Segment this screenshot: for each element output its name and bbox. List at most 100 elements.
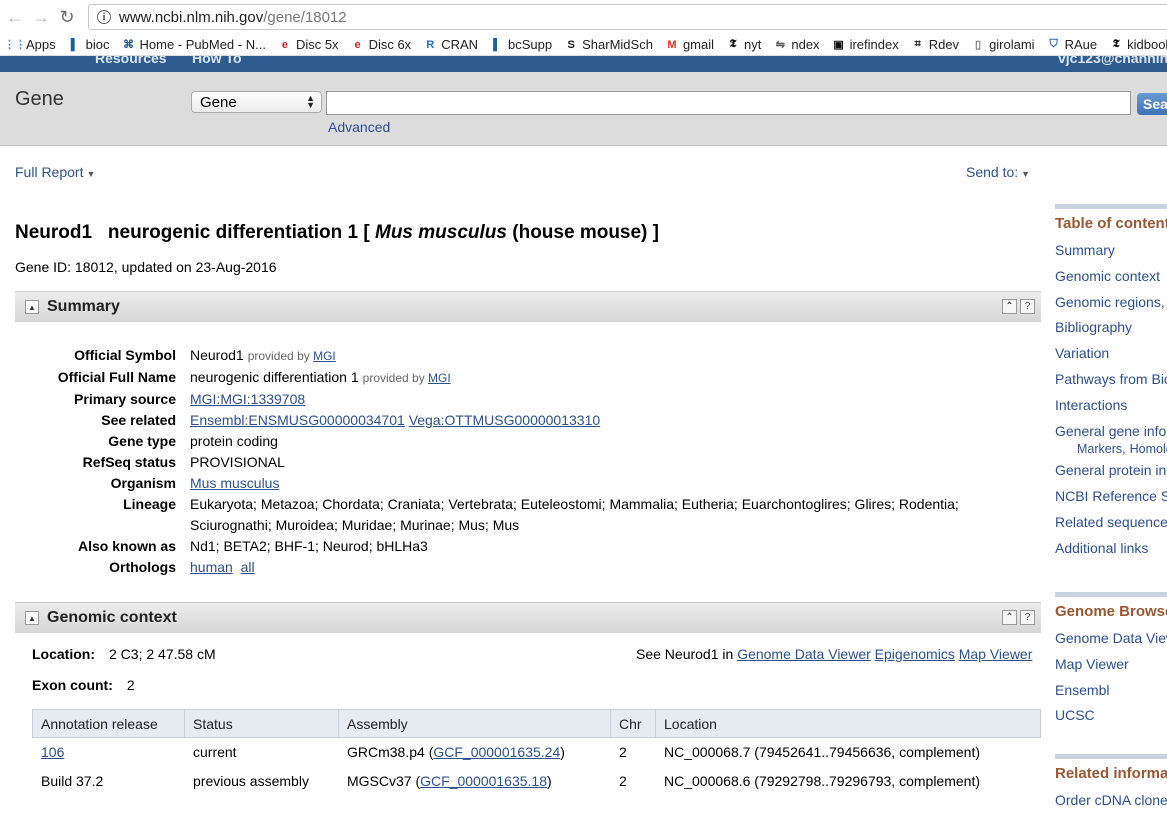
forward-arrow-icon[interactable]: → — [30, 6, 52, 28]
browser-link-ucsc[interactable]: UCSC — [1055, 703, 1167, 729]
column-header[interactable]: Status — [184, 709, 339, 738]
address-bar[interactable]: i www.ncbi.nlm.nih.gov/gene/18012 — [88, 4, 1167, 30]
table-cell: NC_000068.7 (79452641..79456636, complem… — [655, 737, 1041, 767]
table-row: 106 current GRCm38.p4 (GCF_000001635.24)… — [32, 737, 1041, 767]
related-information-title: Related information — [1055, 754, 1167, 782]
map-viewer-link[interactable]: Map Viewer — [959, 646, 1033, 662]
gmail-icon: M — [667, 38, 677, 51]
epigenomics-link[interactable]: Epigenomics — [875, 646, 955, 662]
summary-section-header[interactable]: ▲ Summary ⌃ ? — [15, 291, 1041, 322]
bookmark-irefindex[interactable]: ▣ irefindex — [832, 37, 898, 52]
organism-link[interactable]: Mus musculus — [190, 475, 279, 491]
how-to-menu[interactable]: How To — [192, 56, 242, 66]
collapse-toggle-icon[interactable]: ▲ — [25, 611, 39, 625]
bookmark-label: kidbooks — [1127, 37, 1167, 52]
orthologs-all-link[interactable]: all — [241, 559, 255, 575]
bookmark-label: nyt — [744, 37, 762, 52]
summary-label: Gene type — [108, 433, 176, 449]
toc-item-related-sequences[interactable]: Related sequences — [1055, 510, 1167, 536]
database-select[interactable]: Gene ▲ ▼ — [191, 91, 322, 113]
database-select-value: Gene — [200, 93, 237, 111]
select-arrows-icon: ▲ ▼ — [306, 93, 315, 110]
browser-link-map-viewer[interactable]: Map Viewer — [1055, 652, 1167, 678]
toc-item-ncbi-refseq[interactable]: NCBI Reference Sequences — [1055, 484, 1167, 510]
browser-link-gdv[interactable]: Genome Data Viewer — [1055, 626, 1167, 652]
bookmark-home-pubmed-n[interactable]: ⌘ Home - PubMed - N... — [122, 37, 266, 52]
genome-data-viewer-link[interactable]: Genome Data Viewer — [737, 646, 871, 662]
release-link[interactable]: 106 — [41, 744, 64, 760]
search-button[interactable]: Sea — [1137, 93, 1167, 115]
caret-down-icon: ▼ — [86, 169, 96, 179]
full-report-dropdown[interactable]: Full Report ▼ — [15, 164, 95, 180]
toc-item-general-protein-info[interactable]: General protein information — [1055, 458, 1167, 484]
summary-value: PROVISIONAL — [190, 454, 285, 470]
orthologs-human-link[interactable]: human — [190, 559, 233, 575]
mgi-link[interactable]: MGI — [313, 349, 336, 363]
bookmark-sharmidsch[interactable]: S SharMidSch — [564, 37, 652, 52]
ensembl-link[interactable]: Ensembl:ENSMUSG00000034701 — [190, 412, 405, 428]
go-to-top-icon[interactable]: ⌃ — [1002, 610, 1017, 625]
genomic-context-section-header[interactable]: ▲ Genomic context ⌃ ? — [15, 602, 1041, 633]
bookmark-label: ndex — [791, 37, 820, 52]
toc-item-genomic-regions[interactable]: Genomic regions, transcripts, and produc… — [1055, 290, 1167, 316]
assembly-link[interactable]: GCF_000001635.18 — [420, 773, 547, 789]
user-account-link[interactable]: vjc123@channing — [1058, 56, 1167, 66]
column-header[interactable]: Assembly — [338, 709, 611, 738]
toc-item-bibliography[interactable]: Bibliography — [1055, 315, 1167, 341]
gene-organism-suffix: (house mouse) ] — [506, 222, 659, 243]
bookmark-rdev[interactable]: ⌗ Rdev — [911, 37, 959, 52]
toc-item-variation[interactable]: Variation — [1055, 341, 1167, 367]
bookmark-kidbooks[interactable]: 𝕿kidbooks — [1109, 37, 1167, 52]
toc-sub-homology[interactable]: Homology — [1130, 442, 1167, 456]
bookmark-bcsupp[interactable]: ▌ bcSupp — [490, 37, 552, 52]
summary-row: Lineage Eukaryota; Metazoa; Chordata; Cr… — [15, 494, 1015, 536]
column-header[interactable]: Chr — [610, 709, 656, 738]
ndex-icon: ⇋ — [775, 39, 785, 51]
resources-menu[interactable]: Resources — [95, 56, 167, 66]
page-title: Neurod1 neurogenic differentiation 1 [ M… — [15, 222, 659, 244]
vega-link[interactable]: Vega:OTTMUSG00000013310 — [409, 412, 600, 428]
search-input[interactable] — [326, 91, 1131, 115]
exon-count-label: Exon count: — [32, 677, 113, 693]
column-header[interactable]: Annotation release — [32, 709, 185, 738]
exon-count-value: 2 — [126, 677, 135, 693]
toc-item-pathways[interactable]: Pathways from BioSystems — [1055, 367, 1167, 393]
summary-value: Neurod1 — [190, 347, 244, 363]
bookmark-bioc[interactable]: ▌ bioc — [68, 37, 110, 52]
summary-label: RefSeq status — [82, 454, 176, 470]
assembly-link[interactable]: GCF_000001635.24 — [433, 744, 560, 760]
go-to-top-icon[interactable]: ⌃ — [1002, 299, 1017, 314]
send-to-dropdown[interactable]: Send to: ▼ — [966, 164, 1030, 180]
bookmark-gmail[interactable]: Mgmail — [665, 37, 714, 52]
reload-icon[interactable]: ↻ — [56, 6, 78, 28]
summary-row: Official Symbol Neurod1 provided by MGI — [15, 345, 1015, 367]
help-icon[interactable]: ? — [1020, 299, 1035, 314]
toc-item-genomic-context[interactable]: Genomic context — [1055, 264, 1167, 290]
bookmark-apps[interactable]: ⋮⋮ Apps — [4, 37, 56, 52]
bookmark-label: Rdev — [928, 37, 960, 52]
bookmark-disc-5x[interactable]: e Disc 5x — [278, 37, 339, 52]
assembly-prefix: GRCm38.p4 ( — [347, 744, 434, 761]
table-cell: NC_000068.6 (79292798..79296793, complem… — [655, 766, 1041, 796]
related-link-order-cdna[interactable]: Order cDNA clone — [1055, 788, 1167, 814]
column-header[interactable]: Location — [655, 709, 1041, 738]
bookmark-nyt[interactable]: 𝕿nyt — [726, 37, 762, 52]
nyt-icon: 𝕿 — [729, 38, 737, 50]
help-icon[interactable]: ? — [1020, 610, 1035, 625]
browser-link-ensembl[interactable]: Ensembl — [1055, 678, 1167, 704]
bookmark-ndex[interactable]: ⇋ ndex — [773, 37, 820, 52]
bookmark-cran[interactable]: R CRAN — [423, 37, 478, 52]
toc-item-interactions[interactable]: Interactions — [1055, 393, 1167, 419]
bookmark-raue[interactable]: ⛉ RAue — [1047, 37, 1097, 52]
toc-sub-markers[interactable]: Markers, — [1077, 442, 1126, 456]
toc-item-additional-links[interactable]: Additional links — [1055, 536, 1167, 562]
bookmark-disc-6x[interactable]: e Disc 6x — [351, 37, 412, 52]
advanced-search-link[interactable]: Advanced — [328, 119, 390, 135]
bookmark-girolami[interactable]: ▯ girolami — [971, 37, 1035, 52]
mgi-link[interactable]: MGI — [428, 371, 451, 385]
primary-source-link[interactable]: MGI:MGI:1339708 — [190, 391, 305, 407]
toc-item-summary[interactable]: Summary — [1055, 238, 1167, 264]
site-info-icon[interactable]: i — [97, 10, 111, 24]
back-arrow-icon[interactable]: ← — [4, 6, 26, 28]
collapse-toggle-icon[interactable]: ▲ — [25, 300, 39, 314]
